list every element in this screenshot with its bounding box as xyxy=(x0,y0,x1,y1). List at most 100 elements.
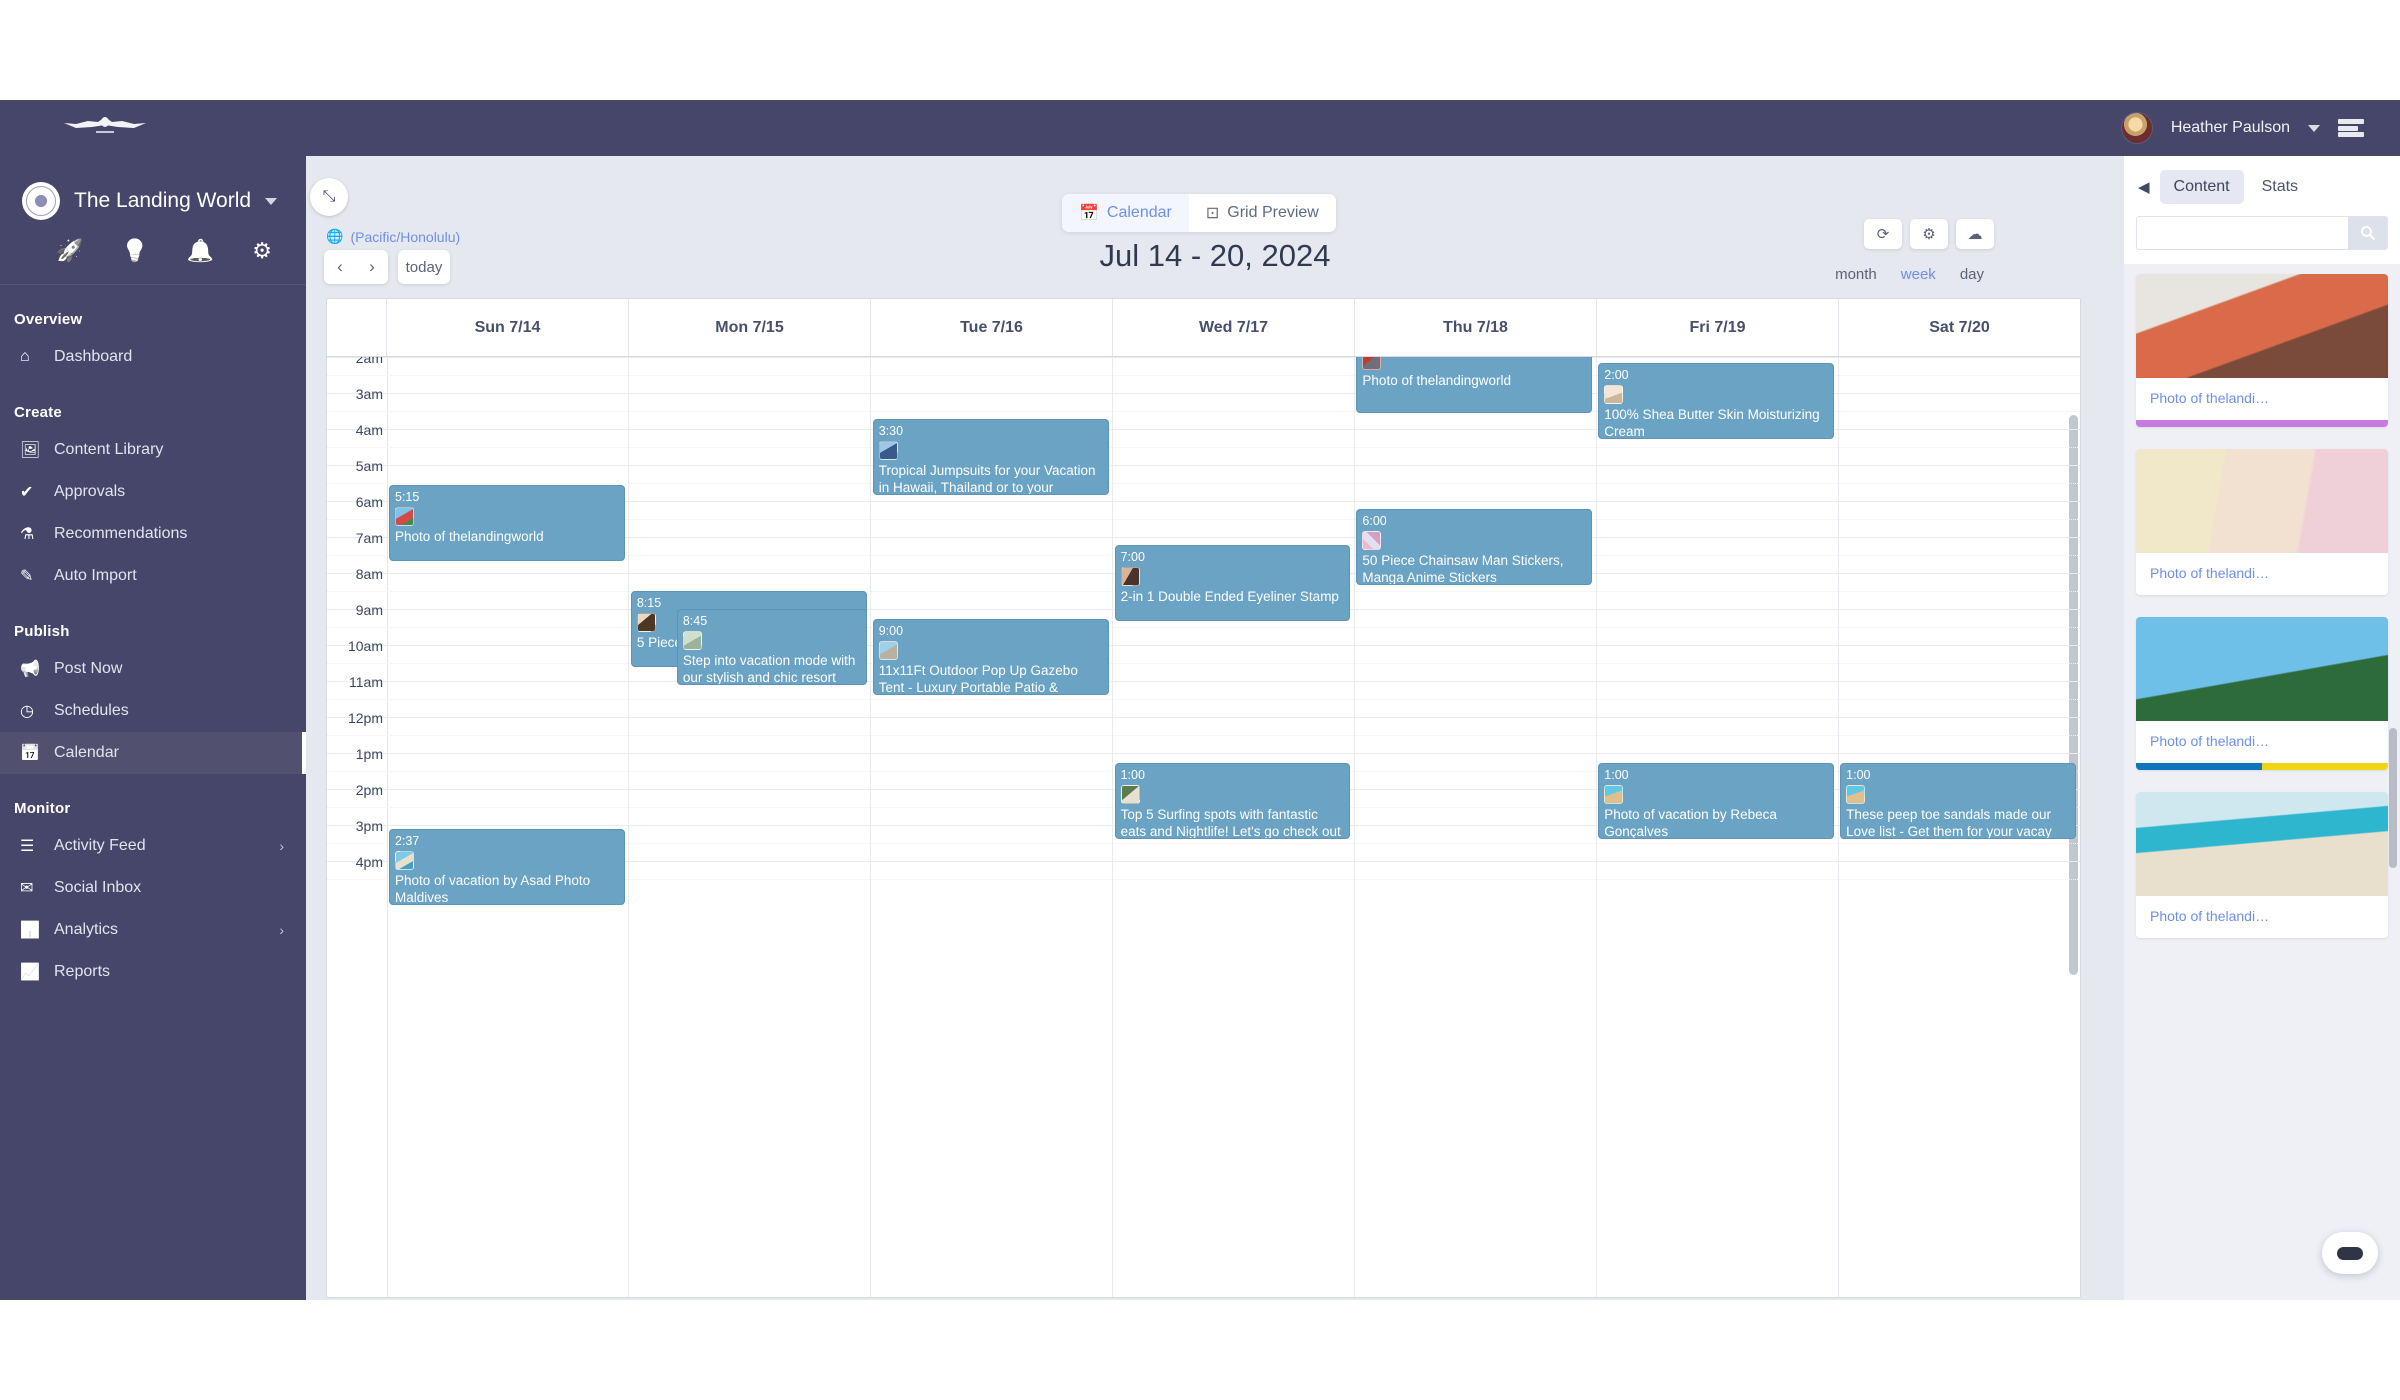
hamburger-menu-icon[interactable] xyxy=(2338,119,2364,137)
lightbulb-icon[interactable]: 💡 xyxy=(121,240,148,262)
sidebar-item-auto-import[interactable]: ✎ Auto Import xyxy=(0,555,306,597)
calendar-body[interactable]: 2am 3am 4am 5am 6am 7am 8am 9am 10am 11am 12pm 1pm 2… xyxy=(327,357,2080,1297)
chevron-down-icon[interactable] xyxy=(2308,124,2320,132)
sidebar-item-recommendations[interactable]: ⚗ Recommendations xyxy=(0,513,306,555)
sidebar-item-social-inbox[interactable]: ✉ Social Inbox xyxy=(0,867,306,909)
sidebar-item-label: Approvals xyxy=(54,483,126,500)
right-panel-scrollbar[interactable] xyxy=(2389,728,2397,868)
list-icon: ☰ xyxy=(20,838,35,855)
sidebar-item-label: Activity Feed xyxy=(54,837,146,854)
content-card[interactable]: Photo of thelandi… xyxy=(2136,617,2388,770)
day-header-0[interactable]: Sun 7/14 xyxy=(387,299,629,356)
content-card-caption[interactable]: Photo of thelandi… xyxy=(2136,553,2388,595)
calendar-event[interactable]: 5:15 Photo of thelandingworld xyxy=(389,485,625,561)
day-header-2[interactable]: Tue 7/16 xyxy=(871,299,1113,356)
search-input[interactable] xyxy=(2136,216,2348,250)
hour-label: 12pm xyxy=(347,710,383,726)
rocket-icon[interactable]: 🚀 xyxy=(56,240,83,262)
calendar-event[interactable]: 2:37 Photo of vacation by Asad Photo Mald… xyxy=(389,829,625,905)
view-tab-calendar[interactable]: 📅 Calendar xyxy=(1062,194,1189,232)
range-tab-month[interactable]: month xyxy=(1825,261,1887,288)
sidebar-item-post-now[interactable]: 📢 Post Now xyxy=(0,648,306,690)
collapse-panel-icon[interactable]: ◀ xyxy=(2132,178,2156,196)
gear-icon[interactable]: ⚙ xyxy=(1910,219,1948,249)
hour-line xyxy=(327,465,2080,466)
event-time: 7:00 xyxy=(1120,550,1145,564)
calendar-event[interactable]: 7:00 2-in 1 Double Ended Eyeliner Stamp xyxy=(1114,545,1351,621)
expand-sidebar-button[interactable]: ⤡ xyxy=(310,178,348,216)
calendar-event[interactable]: 3:30 Tropical Jumpsuits for your Vacation… xyxy=(872,419,1109,495)
event-thumbnail xyxy=(878,441,898,460)
chat-widget-button[interactable] xyxy=(2322,1232,2378,1274)
calendar-event[interactable]: 1:00 Photo of vacation by Rebeca Gonçalve… xyxy=(1598,763,1835,839)
day-header-5[interactable]: Fri 7/19 xyxy=(1597,299,1839,356)
sidebar-item-calendar[interactable]: 📅 Calendar xyxy=(0,732,306,774)
gear-icon[interactable]: ⚙ xyxy=(252,240,272,262)
content-card-list[interactable]: Photo of thelandi… Photo of thelandi… Phot… xyxy=(2124,268,2400,1300)
cloud-download-icon[interactable]: ☁ xyxy=(1956,219,1994,249)
content-card[interactable]: Photo of thelandi… xyxy=(2136,274,2388,427)
view-tab-grid-preview[interactable]: ⊡ Grid Preview xyxy=(1188,194,1336,232)
calendar-event[interactable]: 2:00 100% Shea Butter Skin Moisturizing C… xyxy=(1598,363,1835,439)
content-card-caption[interactable]: Photo of thelandi… xyxy=(2136,721,2388,763)
content-card-network-bar xyxy=(2136,420,2388,427)
calendar-icon: 📅 xyxy=(20,745,40,762)
calendar-event[interactable]: 8:45 Step into vacation mode with our sty… xyxy=(676,609,867,685)
network-bar-segment xyxy=(2136,420,2388,427)
sidebar: The Landing World 🚀 💡 🔔 ⚙ Overview ⌂ Dashboar… xyxy=(0,156,306,1300)
chevron-right-icon[interactable]: › xyxy=(279,838,284,854)
user-name: Heather Paulson xyxy=(2170,119,2290,136)
content-card-caption[interactable]: Photo of thelandi… xyxy=(2136,378,2388,420)
event-thumbnail xyxy=(1604,385,1624,404)
hour-line xyxy=(327,645,2080,646)
calendar-event[interactable]: 9:00 11x11Ft Outdoor Pop Up Gazebo Tent -… xyxy=(872,619,1109,695)
calendar-event[interactable]: Photo of thelandingworld xyxy=(1356,357,1593,413)
calendar-event[interactable]: 6:00 50 Piece Chainsaw Man Stickers, Mang… xyxy=(1356,509,1593,585)
day-header-3[interactable]: Wed 7/17 xyxy=(1113,299,1355,356)
calendar-grid: Sun 7/14 Mon 7/15 Tue 7/16 Wed 7/17 Thu 7/18… xyxy=(326,298,2081,1298)
day-header-4[interactable]: Thu 7/18 xyxy=(1355,299,1597,356)
bar-chart-icon: 📊 xyxy=(20,922,40,939)
panel-tab-stats[interactable]: Stats xyxy=(2248,170,2312,204)
half-hour-line xyxy=(327,447,2080,448)
search-icon[interactable] xyxy=(2348,216,2388,250)
event-thumbnail xyxy=(395,507,414,526)
sidebar-item-analytics[interactable]: 📊 Analytics › xyxy=(0,909,306,951)
sidebar-item-approvals[interactable]: ✔ Approvals xyxy=(0,471,306,513)
day-header-6[interactable]: Sat 7/20 xyxy=(1839,299,2080,356)
org-avatar xyxy=(22,182,60,220)
range-tab-day[interactable]: day xyxy=(1950,261,1994,288)
calendar-event[interactable]: 1:00 Top 5 Surfing spots with fantastic e… xyxy=(1114,763,1351,839)
sidebar-item-content-library[interactable]: 🖼 Content Library xyxy=(0,429,306,471)
sidebar-item-label: Schedules xyxy=(54,702,129,719)
calendar-scrollbar[interactable] xyxy=(2069,415,2078,975)
org-switcher[interactable]: The Landing World xyxy=(0,156,306,220)
event-thumbnail xyxy=(1120,785,1140,804)
event-time: 2:00 xyxy=(1604,368,1629,382)
sidebar-item-dashboard[interactable]: ⌂ Dashboard xyxy=(0,336,306,378)
content-card-caption[interactable]: Photo of thelandi… xyxy=(2136,896,2388,938)
chevron-down-icon[interactable] xyxy=(265,197,278,205)
range-tab-week[interactable]: week xyxy=(1891,261,1946,288)
panel-tab-content[interactable]: Content xyxy=(2159,170,2244,204)
event-thumbnail xyxy=(395,851,414,870)
day-header-1[interactable]: Mon 7/15 xyxy=(629,299,871,356)
event-thumbnail xyxy=(878,641,898,660)
content-card[interactable]: Photo of thelandi… xyxy=(2136,449,2388,595)
hour-label: 3am xyxy=(355,386,383,402)
brand-logo-icon[interactable] xyxy=(60,111,150,145)
avatar[interactable] xyxy=(2120,112,2153,144)
bell-icon[interactable]: 🔔 xyxy=(187,240,214,262)
area-chart-icon: 📈 xyxy=(20,964,40,981)
content-card[interactable]: Photo of thelandi… xyxy=(2136,792,2388,938)
view-toggle-group: 📅 Calendar ⊡ Grid Preview xyxy=(1062,194,1336,232)
sidebar-item-label: Content Library xyxy=(54,441,164,458)
sidebar-item-reports[interactable]: 📈 Reports xyxy=(0,951,306,993)
chevron-right-icon[interactable]: › xyxy=(279,922,284,938)
refresh-icon[interactable]: ⟳ xyxy=(1864,219,1902,249)
calendar-event[interactable]: 1:00 These peep toe sandals made our Love… xyxy=(1840,763,2076,839)
sidebar-item-schedules[interactable]: ◷ Schedules xyxy=(0,690,306,732)
event-time: 1:00 xyxy=(1846,768,1871,782)
sidebar-item-activity-feed[interactable]: ☰ Activity Feed › xyxy=(0,825,306,867)
sidebar-item-label: Auto Import xyxy=(54,567,137,584)
